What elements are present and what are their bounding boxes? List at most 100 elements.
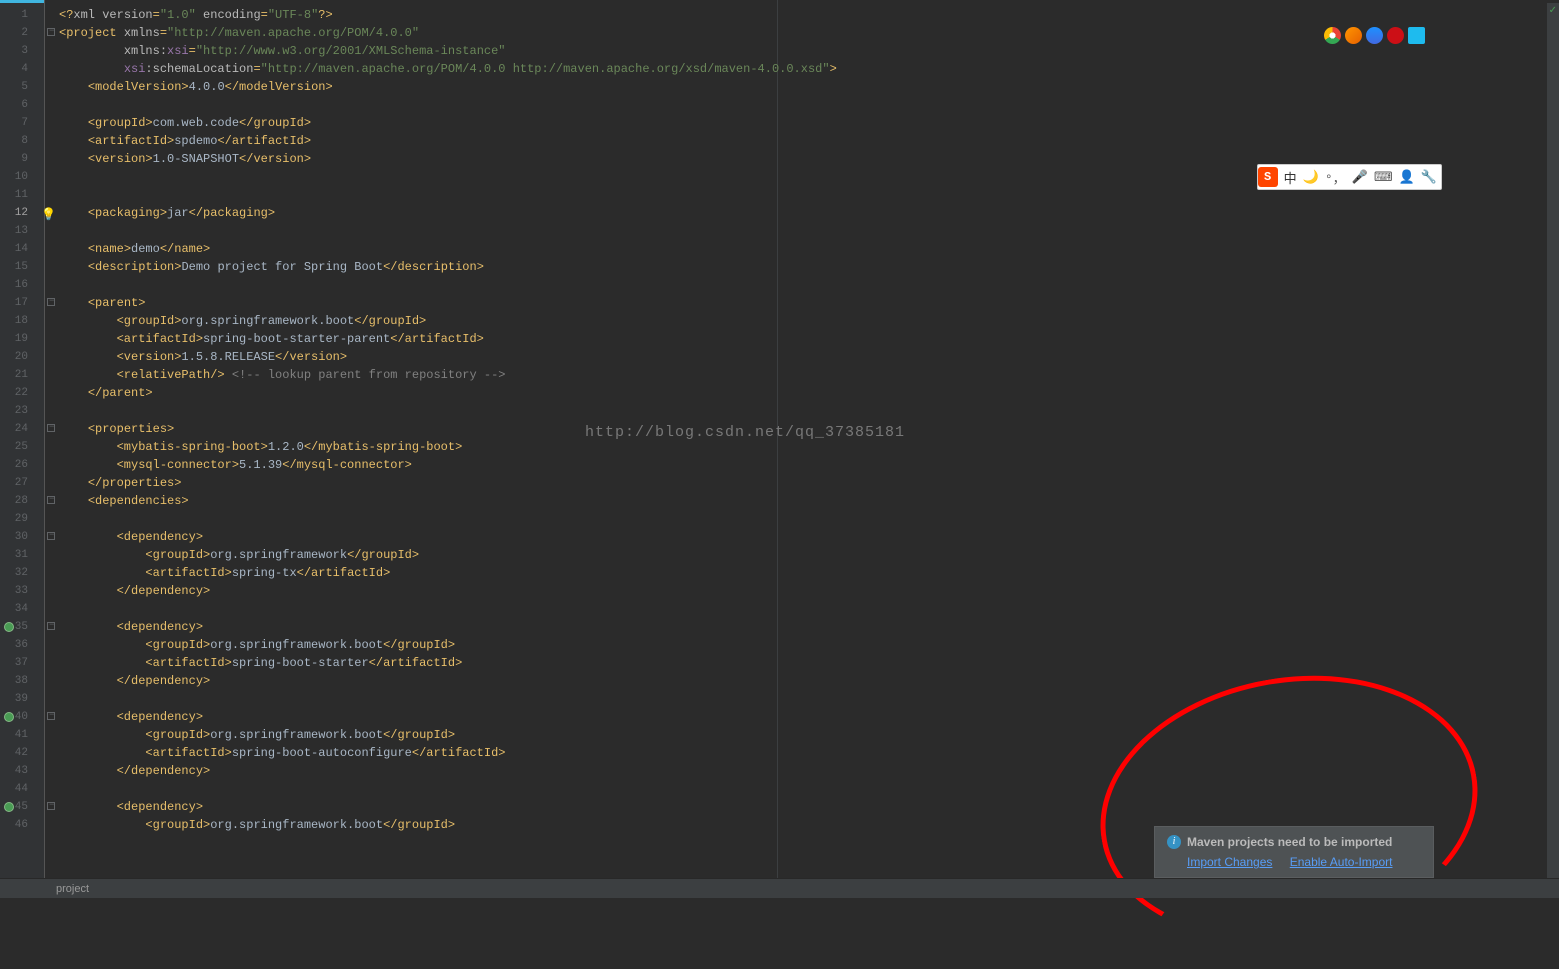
override-gutter-icon[interactable] xyxy=(4,802,14,812)
code-line[interactable] xyxy=(57,96,1559,114)
code-line[interactable]: <relativePath/> <!-- lookup parent from … xyxy=(57,366,1559,384)
line-number[interactable]: 21 xyxy=(0,366,44,384)
import-changes-link[interactable]: Import Changes xyxy=(1187,855,1272,869)
line-number[interactable]: 26 xyxy=(0,456,44,474)
code-line[interactable]: <description>Demo project for Spring Boo… xyxy=(57,258,1559,276)
fold-toggle-icon[interactable] xyxy=(47,496,55,504)
code-line[interactable]: <mysql-connector>5.1.39</mysql-connector… xyxy=(57,456,1559,474)
code-line[interactable]: <?xml version="1.0" encoding="UTF-8"?> xyxy=(57,6,1559,24)
line-number[interactable]: 14 xyxy=(0,240,44,258)
line-number[interactable]: 11 xyxy=(0,186,44,204)
line-number[interactable]: 44 xyxy=(0,780,44,798)
code-line[interactable]: <groupId>org.springframework.boot</group… xyxy=(57,726,1559,744)
line-number[interactable]: 39 xyxy=(0,690,44,708)
line-number[interactable]: 19 xyxy=(0,330,44,348)
line-number[interactable]: 8 xyxy=(0,132,44,150)
line-number[interactable]: 17 xyxy=(0,294,44,312)
fold-toggle-icon[interactable] xyxy=(47,712,55,720)
code-line[interactable]: xsi:schemaLocation="http://maven.apache.… xyxy=(57,60,1559,78)
code-line[interactable]: <dependency> xyxy=(57,708,1559,726)
line-number[interactable]: 43 xyxy=(0,762,44,780)
code-line[interactable]: </dependency> xyxy=(57,672,1559,690)
code-line[interactable]: </parent> xyxy=(57,384,1559,402)
line-number[interactable]: 42 xyxy=(0,744,44,762)
breadcrumb[interactable]: project xyxy=(56,883,89,895)
code-line[interactable]: <version>1.5.8.RELEASE</version> xyxy=(57,348,1559,366)
code-line[interactable]: <parent> xyxy=(57,294,1559,312)
code-line[interactable]: </dependency> xyxy=(57,582,1559,600)
code-line[interactable]: <artifactId>spring-boot-starter-parent</… xyxy=(57,330,1559,348)
line-number[interactable]: 40 xyxy=(0,708,44,726)
ime-moon-icon[interactable]: 🌙 xyxy=(1303,170,1319,185)
fold-toggle-icon[interactable] xyxy=(47,622,55,630)
ime-keyboard-icon[interactable]: ⌨ xyxy=(1374,170,1393,185)
scrollbar[interactable]: ✓ xyxy=(1547,3,1559,878)
line-number[interactable]: 30 xyxy=(0,528,44,546)
line-number[interactable]: 32 xyxy=(0,564,44,582)
ime-skin-icon[interactable]: 👤 xyxy=(1399,170,1415,185)
ime-toolbar[interactable]: S 中 🌙 °， 🎤 ⌨ 👤 🔧 xyxy=(1257,164,1442,190)
code-line[interactable]: <dependency> xyxy=(57,528,1559,546)
line-number[interactable]: 3 xyxy=(0,42,44,60)
code-line[interactable]: <groupId>org.springframework.boot</group… xyxy=(57,636,1559,654)
fold-toggle-icon[interactable] xyxy=(47,28,55,36)
line-number[interactable]: 27 xyxy=(0,474,44,492)
line-number[interactable]: 36 xyxy=(0,636,44,654)
line-number[interactable]: 41 xyxy=(0,726,44,744)
line-number[interactable]: 5 xyxy=(0,78,44,96)
code-line[interactable]: <dependencies> xyxy=(57,492,1559,510)
intention-bulb-icon[interactable]: 💡 xyxy=(41,206,56,224)
override-gutter-icon[interactable] xyxy=(4,622,14,632)
code-line[interactable]: 💡 <packaging>jar</packaging> xyxy=(57,204,1559,222)
fold-column[interactable] xyxy=(45,0,57,898)
line-number[interactable]: 1 xyxy=(0,6,44,24)
ime-mic-icon[interactable]: 🎤 xyxy=(1352,170,1368,185)
line-number[interactable]: 15 xyxy=(0,258,44,276)
line-number[interactable]: 22 xyxy=(0,384,44,402)
line-number[interactable]: 37 xyxy=(0,654,44,672)
code-line[interactable]: xmlns:xsi="http://www.w3.org/2001/XMLSch… xyxy=(57,42,1559,60)
ime-punct-icon[interactable]: °， xyxy=(1325,168,1346,187)
code-line[interactable]: </properties> xyxy=(57,474,1559,492)
line-number[interactable]: 20 xyxy=(0,348,44,366)
code-line[interactable]: <artifactId>spring-boot-autoconfigure</a… xyxy=(57,744,1559,762)
line-number[interactable]: 29 xyxy=(0,510,44,528)
enable-auto-import-link[interactable]: Enable Auto-Import xyxy=(1290,855,1393,869)
code-line[interactable]: <dependency> xyxy=(57,618,1559,636)
line-number[interactable]: 28 xyxy=(0,492,44,510)
line-number[interactable]: 16 xyxy=(0,276,44,294)
line-number[interactable]: 33 xyxy=(0,582,44,600)
line-gutter[interactable]: 1234567891011121314151617181920212223242… xyxy=(0,0,45,898)
fold-toggle-icon[interactable] xyxy=(47,532,55,540)
code-line[interactable] xyxy=(57,402,1559,420)
line-number[interactable]: 18 xyxy=(0,312,44,330)
line-number[interactable]: 45 xyxy=(0,798,44,816)
line-number[interactable]: 7 xyxy=(0,114,44,132)
line-number[interactable]: 10 xyxy=(0,168,44,186)
code-line[interactable]: <groupId>org.springframework.boot</group… xyxy=(57,312,1559,330)
override-gutter-icon[interactable] xyxy=(4,712,14,722)
code-line[interactable] xyxy=(57,690,1559,708)
code-line[interactable]: <groupId>org.springframework</groupId> xyxy=(57,546,1559,564)
fold-toggle-icon[interactable] xyxy=(47,424,55,432)
line-number[interactable]: 46 xyxy=(0,816,44,834)
line-number[interactable]: 31 xyxy=(0,546,44,564)
line-number[interactable]: 13 xyxy=(0,222,44,240)
line-number[interactable]: 35 xyxy=(0,618,44,636)
code-line[interactable] xyxy=(57,222,1559,240)
code-area[interactable]: <?xml version="1.0" encoding="UTF-8"?> <p… xyxy=(57,0,1559,898)
line-number[interactable]: 9 xyxy=(0,150,44,168)
fold-toggle-icon[interactable] xyxy=(47,802,55,810)
line-number[interactable]: 34 xyxy=(0,600,44,618)
ie-icon[interactable] xyxy=(1408,27,1425,44)
opera-icon[interactable] xyxy=(1387,27,1404,44)
code-line[interactable] xyxy=(57,276,1559,294)
code-line[interactable] xyxy=(57,600,1559,618)
firefox-icon[interactable] xyxy=(1345,27,1362,44)
line-number[interactable]: 2 xyxy=(0,24,44,42)
line-number[interactable]: 23 xyxy=(0,402,44,420)
line-number[interactable]: 6 xyxy=(0,96,44,114)
code-line[interactable]: <artifactId>spring-tx</artifactId> xyxy=(57,564,1559,582)
code-line[interactable]: <name>demo</name> xyxy=(57,240,1559,258)
chrome-icon[interactable] xyxy=(1324,27,1341,44)
